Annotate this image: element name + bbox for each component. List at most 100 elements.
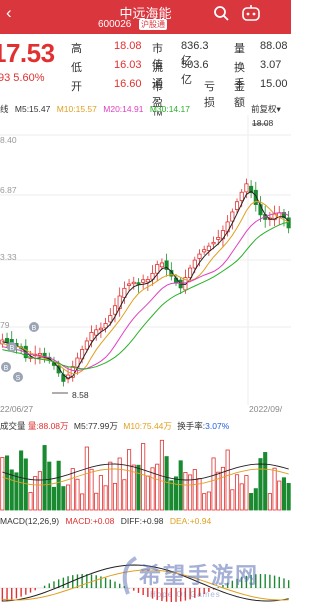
turnover-value: 3.07	[260, 59, 282, 71]
candle-body	[141, 279, 146, 283]
volume-bar	[70, 468, 75, 511]
volume-bar	[169, 480, 174, 511]
volume-bar	[267, 493, 272, 511]
volume-m10: M10:75.44万	[123, 421, 172, 431]
open-value: 16.60	[114, 78, 142, 90]
volume-bar	[56, 460, 61, 511]
robot-icon[interactable]	[241, 4, 261, 27]
volume-bar	[277, 480, 282, 511]
candle-body	[94, 329, 99, 336]
turnover-rate-label: 换手率:	[177, 421, 206, 431]
chevron-down-icon: ▾	[276, 104, 281, 114]
price-tick: 3.33	[0, 252, 17, 262]
volume-bar	[230, 489, 235, 511]
volume-bar	[263, 452, 268, 511]
stock-code: 600026	[98, 19, 132, 30]
high-marker-label: 18.08	[252, 118, 274, 128]
volume-bar	[103, 485, 108, 511]
volume-bar	[4, 455, 10, 511]
candle-body	[37, 353, 42, 356]
amount-label: 金额	[234, 81, 245, 109]
ma-legend: 线 M5:15.47 M10:15.57 M20:14.91 M30:14.17	[0, 103, 194, 115]
volume-bar	[42, 445, 47, 511]
candle-body	[4, 338, 10, 343]
candle-body	[188, 267, 193, 278]
watermark-subtext: Hope Of Games	[150, 590, 221, 599]
volume-bar	[75, 478, 80, 511]
candle-body	[211, 241, 216, 245]
volume-bar	[23, 458, 28, 511]
volume-chart[interactable]	[0, 432, 291, 512]
moving-average-line	[2, 190, 290, 379]
volume-bar	[122, 479, 127, 511]
volume-bar	[173, 476, 179, 511]
volume-bar	[178, 460, 183, 511]
candlestick-chart[interactable]: BBSB	[0, 115, 291, 405]
low-value: 16.03	[114, 59, 142, 71]
macd-legend: MACD(12,26,9) MACD:+0.08 DIFF:+0.98 DEA:…	[0, 516, 211, 526]
volume-m5: M5:77.99万	[73, 421, 118, 431]
candle-body	[155, 264, 160, 274]
date-end: 2022/09/	[249, 404, 283, 414]
candle-body	[131, 281, 136, 285]
turnover-rate-value: 3.07%	[205, 421, 230, 431]
open-label: 开	[71, 81, 82, 93]
price-change: 93 5.60%	[0, 72, 45, 84]
volume-bar	[33, 476, 38, 511]
volume-bar	[202, 493, 207, 511]
ma30-label: M30:14.17	[149, 104, 190, 114]
ma20-label: M20:14.91	[103, 104, 144, 114]
volume-current: 量:88.08万	[27, 421, 69, 431]
candle-body	[192, 259, 197, 269]
candle-body	[159, 262, 164, 268]
trade-marker-label: B	[10, 345, 15, 352]
volume-bar	[37, 471, 42, 511]
volume-bar	[159, 439, 164, 511]
dea-value: DEA:+0.94	[169, 516, 212, 526]
price-tick: 6.87	[0, 185, 17, 195]
candle-body	[127, 283, 132, 286]
ma5-label: M5:15.47	[14, 104, 51, 114]
volume-bar	[127, 449, 132, 511]
volume-bar	[80, 493, 85, 511]
volume-bar	[216, 471, 221, 511]
trade-marker-label: B	[4, 365, 9, 372]
moving-average-line	[2, 200, 289, 375]
volume-legend: 成交量 量:88.08万 M5:77.99万 M10:75.44万 换手率:3.…	[0, 420, 229, 432]
volume-bar	[51, 486, 57, 511]
search-icon[interactable]	[213, 5, 229, 26]
candle-body	[202, 249, 207, 253]
header-bar: ‹ 中远海能 600026 沪股通	[0, 0, 291, 34]
volume-bar	[98, 475, 103, 511]
ma-prefix: 线	[0, 104, 9, 114]
volume-bar	[192, 469, 197, 511]
volume-prefix: 成交量	[0, 421, 26, 431]
ma10-label: M10:15.57	[56, 104, 97, 114]
volume-bar	[183, 472, 188, 511]
volume-bar	[117, 457, 122, 511]
candle-body	[239, 191, 244, 201]
adjust-dropdown[interactable]: 前复权▾	[251, 103, 281, 115]
candle-body	[197, 253, 202, 259]
trade-marker-label: B	[32, 325, 37, 332]
volume-bar	[19, 450, 24, 511]
volume-bar	[0, 457, 5, 511]
volume-bar	[150, 467, 155, 511]
candle-body	[136, 282, 141, 285]
volume-bar	[211, 457, 216, 511]
adjust-label: 前复权	[251, 104, 277, 114]
watermark-logo-icon	[120, 556, 140, 601]
candle-body	[244, 183, 249, 193]
volume-bar	[239, 483, 244, 511]
current-price: 17.53	[0, 38, 55, 68]
macd-value: MACD:+0.08	[65, 516, 115, 526]
candle-body	[98, 327, 103, 331]
macd-name: MACD(12,26,9)	[0, 516, 60, 526]
volume-bar	[234, 474, 240, 511]
price-tick: 8.40	[0, 135, 17, 145]
volume-bar	[89, 468, 94, 511]
volume-bar	[155, 463, 160, 511]
volume-bar	[61, 486, 66, 511]
diff-value: DIFF:+0.98	[120, 516, 164, 526]
volume-value: 88.08	[260, 40, 288, 52]
